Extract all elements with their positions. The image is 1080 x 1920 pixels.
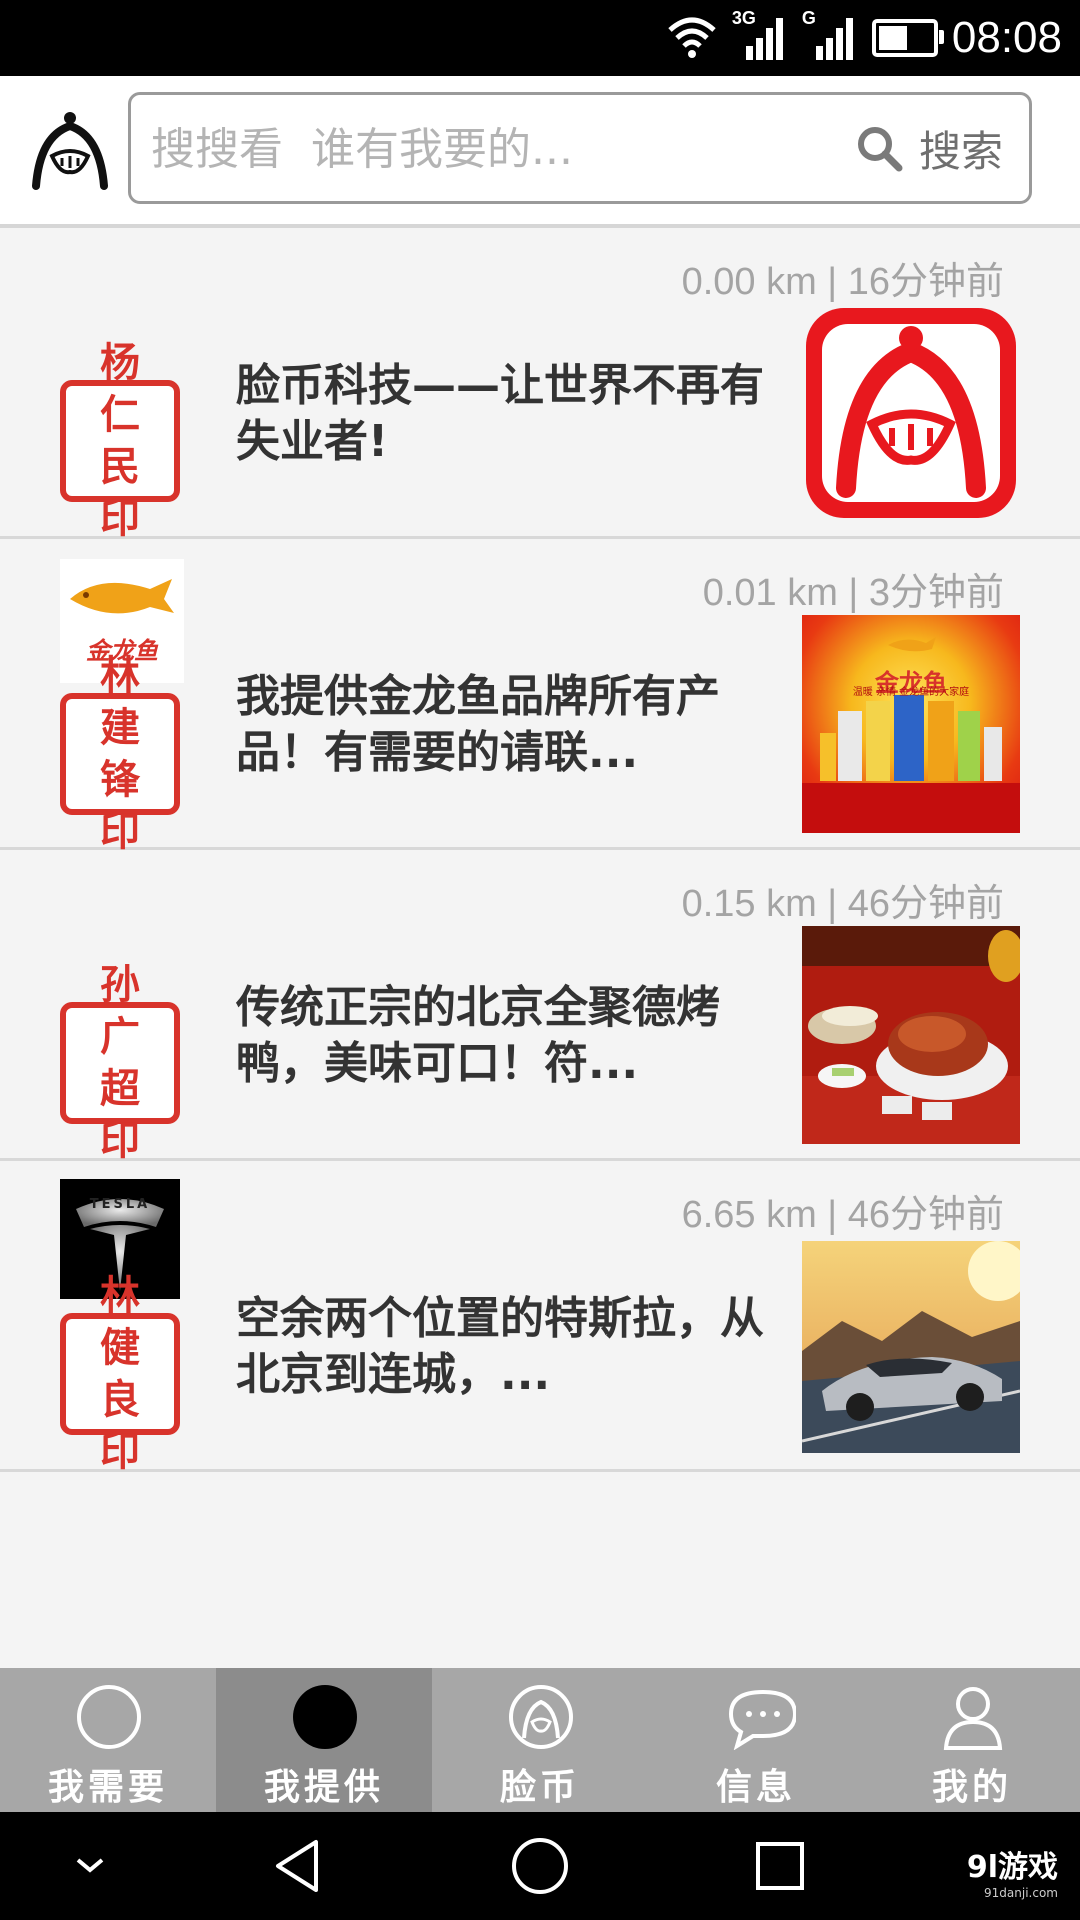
seal-char: 林: [100, 653, 140, 699]
chat-bubble-icon: [728, 1689, 796, 1750]
post-meta: 0.00 km | 16分钟前: [681, 261, 1004, 303]
tab-label: 我提供: [263, 1767, 384, 1808]
seal-char: 仁: [100, 392, 140, 438]
search-button[interactable]: 搜索: [855, 117, 1003, 179]
tesla-logo-text: TESLA: [89, 1197, 151, 1212]
tab-need[interactable]: 我需要: [0, 1668, 216, 1812]
thumbnail-slogan: 温暖 亲情 金龙鱼的大家庭: [852, 687, 970, 698]
header: 搜索: [0, 76, 1080, 228]
tesla-car-image: [802, 1241, 1020, 1453]
seal-stamp[interactable]: 杨 仁 民 印: [60, 340, 180, 542]
seal-char: 印: [100, 496, 140, 542]
tab-provide[interactable]: 我提供: [216, 1668, 432, 1812]
seal-char: 锋: [100, 757, 140, 803]
search-input[interactable]: [149, 95, 793, 203]
seal-char: 建: [100, 705, 140, 751]
list-item[interactable]: 0.15 km | 46分钟前 孙 广 超 印 传统正宗的北京全聚德烤鸭，美味可…: [0, 850, 1080, 1164]
system-nav-bar: 9l游戏 91danji.com: [0, 1812, 1080, 1920]
post-meta: 0.01 km | 3分钟前: [702, 572, 1004, 614]
tab-label: 我需要: [47, 1767, 168, 1808]
seal-char: 杨: [100, 340, 140, 386]
seal-char: 民: [100, 444, 140, 490]
seal-stamp[interactable]: 林 健 良 印: [60, 1273, 180, 1475]
seal-stamp[interactable]: 孙 广 超 印: [60, 962, 180, 1164]
watermark-url: 91danji.com: [984, 1886, 1058, 1900]
tab-label: 信息: [715, 1767, 796, 1808]
tab-label: 脸币: [499, 1767, 580, 1808]
search-icon: [857, 127, 903, 172]
bottom-tab-bar: 我需要 我提供 脸币 信息 我的: [0, 1668, 1080, 1812]
lianbi-logo-icon: [509, 1685, 573, 1749]
seal-char: 良: [100, 1377, 140, 1423]
signal-g-icon: G: [802, 8, 858, 64]
circle-outline-icon: [77, 1685, 141, 1749]
post-thumbnail[interactable]: [802, 926, 1020, 1144]
post-list: 0.00 km | 16分钟前 杨 仁 民 印 脸币科技——让世界不再有失业者!…: [0, 228, 1080, 1475]
post-title: 传统正宗的北京全聚德烤鸭，美味可口！符...: [236, 982, 720, 1089]
seal-char: 印: [100, 1429, 140, 1475]
battery-level: [878, 26, 908, 50]
watermark: 9l游戏 91danji.com: [967, 1842, 1058, 1900]
app-logo-icon[interactable]: [30, 106, 110, 192]
wifi-icon: [668, 17, 716, 58]
watermark-logo: 9l游戏: [966, 1850, 1058, 1885]
roast-duck-image: [802, 926, 1020, 1144]
back-icon[interactable]: [268, 1834, 332, 1898]
list-item[interactable]: 0.00 km | 16分钟前 杨 仁 民 印 脸币科技——让世界不再有失业者!: [0, 228, 1080, 542]
post-title: 脸币科技——让世界不再有失业者!: [236, 360, 764, 467]
tab-lianbi[interactable]: 脸币: [432, 1668, 648, 1812]
post-thumbnail[interactable]: [802, 304, 1020, 522]
signal-3g-icon: 3G: [732, 8, 788, 64]
search-box: 搜索: [128, 92, 1032, 204]
product-image: [802, 637, 1020, 833]
status-icons: 3G G 08:08: [666, 8, 1062, 66]
post-meta: 0.15 km | 46分钟前: [681, 883, 1004, 925]
post-title: 空余两个位置的特斯拉，从北京到连城，...: [236, 1293, 764, 1400]
post-title: 我提供金龙鱼品牌所有产品！有需要的请联...: [236, 671, 720, 778]
recents-icon[interactable]: [748, 1834, 812, 1898]
seal-char: 超: [100, 1066, 140, 1112]
post-thumbnail[interactable]: [802, 1241, 1020, 1453]
post-meta: 6.65 km | 46分钟前: [681, 1194, 1004, 1236]
list-item[interactable]: 6.65 km | 46分钟前 TESLA 林 健 良 印 空余两个位置的特斯拉…: [0, 1161, 1080, 1475]
seal-char: 健: [100, 1325, 140, 1371]
circle-filled-icon: [293, 1685, 357, 1749]
chevron-down-icon[interactable]: [58, 1834, 122, 1898]
tab-mine[interactable]: 我的: [864, 1668, 1080, 1812]
seal-char: 林: [100, 1273, 140, 1319]
clock: 08:08: [951, 13, 1062, 62]
home-icon[interactable]: [508, 1834, 572, 1898]
battery-icon: [871, 19, 944, 57]
seal-stamp[interactable]: 林 建 锋 印: [60, 653, 180, 855]
seal-char: 孙: [100, 962, 140, 1008]
seal-char: 广: [100, 1014, 140, 1060]
tab-messages[interactable]: 信息: [648, 1668, 864, 1812]
seal-char: 印: [100, 1118, 140, 1164]
list-item[interactable]: 0.01 km | 3分钟前 金龙鱼 林 建 锋 印 我提供金龙鱼品牌所有产品！…: [0, 539, 1080, 855]
status-bar: 3G G 08:08: [0, 0, 1080, 76]
post-thumbnail[interactable]: 金龙鱼 温暖 亲情 金龙鱼的大家庭: [802, 615, 1020, 833]
person-icon: [943, 1687, 1003, 1750]
tab-label: 我的: [931, 1767, 1012, 1808]
search-button-label: 搜索: [918, 126, 1003, 176]
